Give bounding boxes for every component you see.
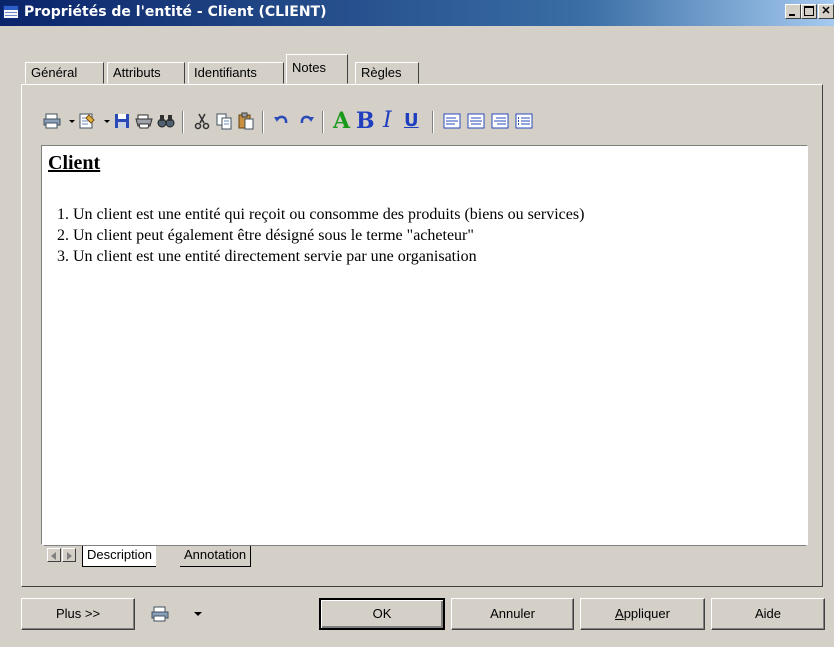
bullet-list-icon[interactable] (514, 111, 534, 131)
list-item: 1. Un client est une entité qui reçoit o… (57, 206, 585, 223)
redo-icon[interactable] (296, 111, 316, 131)
tab-identifiers[interactable]: Identifiants (188, 62, 284, 84)
help-button[interactable]: Aide (711, 598, 825, 630)
scroll-left-button[interactable] (47, 548, 61, 562)
chevron-down-icon[interactable] (188, 604, 202, 624)
font-color-icon[interactable]: A (333, 109, 350, 133)
tab-rules[interactable]: Règles (355, 62, 419, 84)
minimize-button[interactable] (785, 4, 801, 19)
tab-attributes[interactable]: Attributs (107, 62, 185, 84)
bold-icon[interactable]: B (356, 109, 375, 133)
edit-note-icon[interactable] (77, 111, 97, 131)
window-title: Propriétés de l'entité - Client (CLIENT) (24, 4, 327, 20)
sheet-tab-annotation[interactable]: Annotation (180, 546, 252, 567)
italic-icon[interactable]: I (383, 109, 392, 133)
notes-editor[interactable]: Client 1. Un client est une entité qui r… (41, 145, 808, 545)
note-heading: Client (48, 152, 101, 174)
maximize-button[interactable] (801, 4, 817, 19)
underline-icon[interactable]: U (404, 109, 419, 133)
apply-button[interactable]: Appliquer (580, 598, 705, 630)
find-icon[interactable] (156, 111, 176, 131)
list-item: 3. Un client est une entité directement … (57, 248, 477, 265)
toolbar-separator (262, 111, 264, 133)
more-button[interactable]: Plus >> (21, 598, 135, 630)
apply-label: ppliquer (623, 606, 670, 621)
cancel-button[interactable]: Annuler (451, 598, 574, 630)
align-left-icon[interactable] (442, 111, 462, 131)
list-item: 2. Un client peut également être désigné… (57, 227, 474, 244)
undo-icon[interactable] (272, 111, 292, 131)
paste-icon[interactable] (236, 111, 256, 131)
note-list: 1. Un client est une entité qui reçoit o… (57, 204, 584, 267)
scroll-right-button[interactable] (62, 548, 76, 562)
toolbar-separator (182, 111, 184, 133)
printer-icon[interactable] (134, 111, 154, 131)
sheet-tab-description[interactable]: Description (82, 546, 157, 567)
tab-general[interactable]: Général (25, 62, 104, 84)
print-icon[interactable] (42, 111, 62, 131)
window-icon (3, 5, 19, 19)
save-icon[interactable] (112, 111, 132, 131)
tab-notes[interactable]: Notes (286, 54, 348, 84)
toolbar-separator (432, 111, 434, 133)
cut-icon[interactable] (192, 111, 212, 131)
chevron-down-icon[interactable] (97, 111, 110, 131)
apply-mnemonic: A (615, 606, 624, 621)
title-bar: Propriétés de l'entité - Client (CLIENT)… (0, 0, 834, 26)
toolbar-separator (322, 111, 324, 133)
align-center-icon[interactable] (466, 111, 486, 131)
print-icon[interactable] (150, 604, 170, 624)
chevron-down-icon[interactable] (62, 111, 75, 131)
close-button[interactable]: ✕ (818, 4, 834, 19)
copy-icon[interactable] (214, 111, 234, 131)
align-right-icon[interactable] (490, 111, 510, 131)
editor-toolbar: A B I U (30, 107, 810, 135)
sheet-tab-bar: Description Annotation (44, 545, 806, 568)
ok-button[interactable]: OK (319, 598, 445, 630)
